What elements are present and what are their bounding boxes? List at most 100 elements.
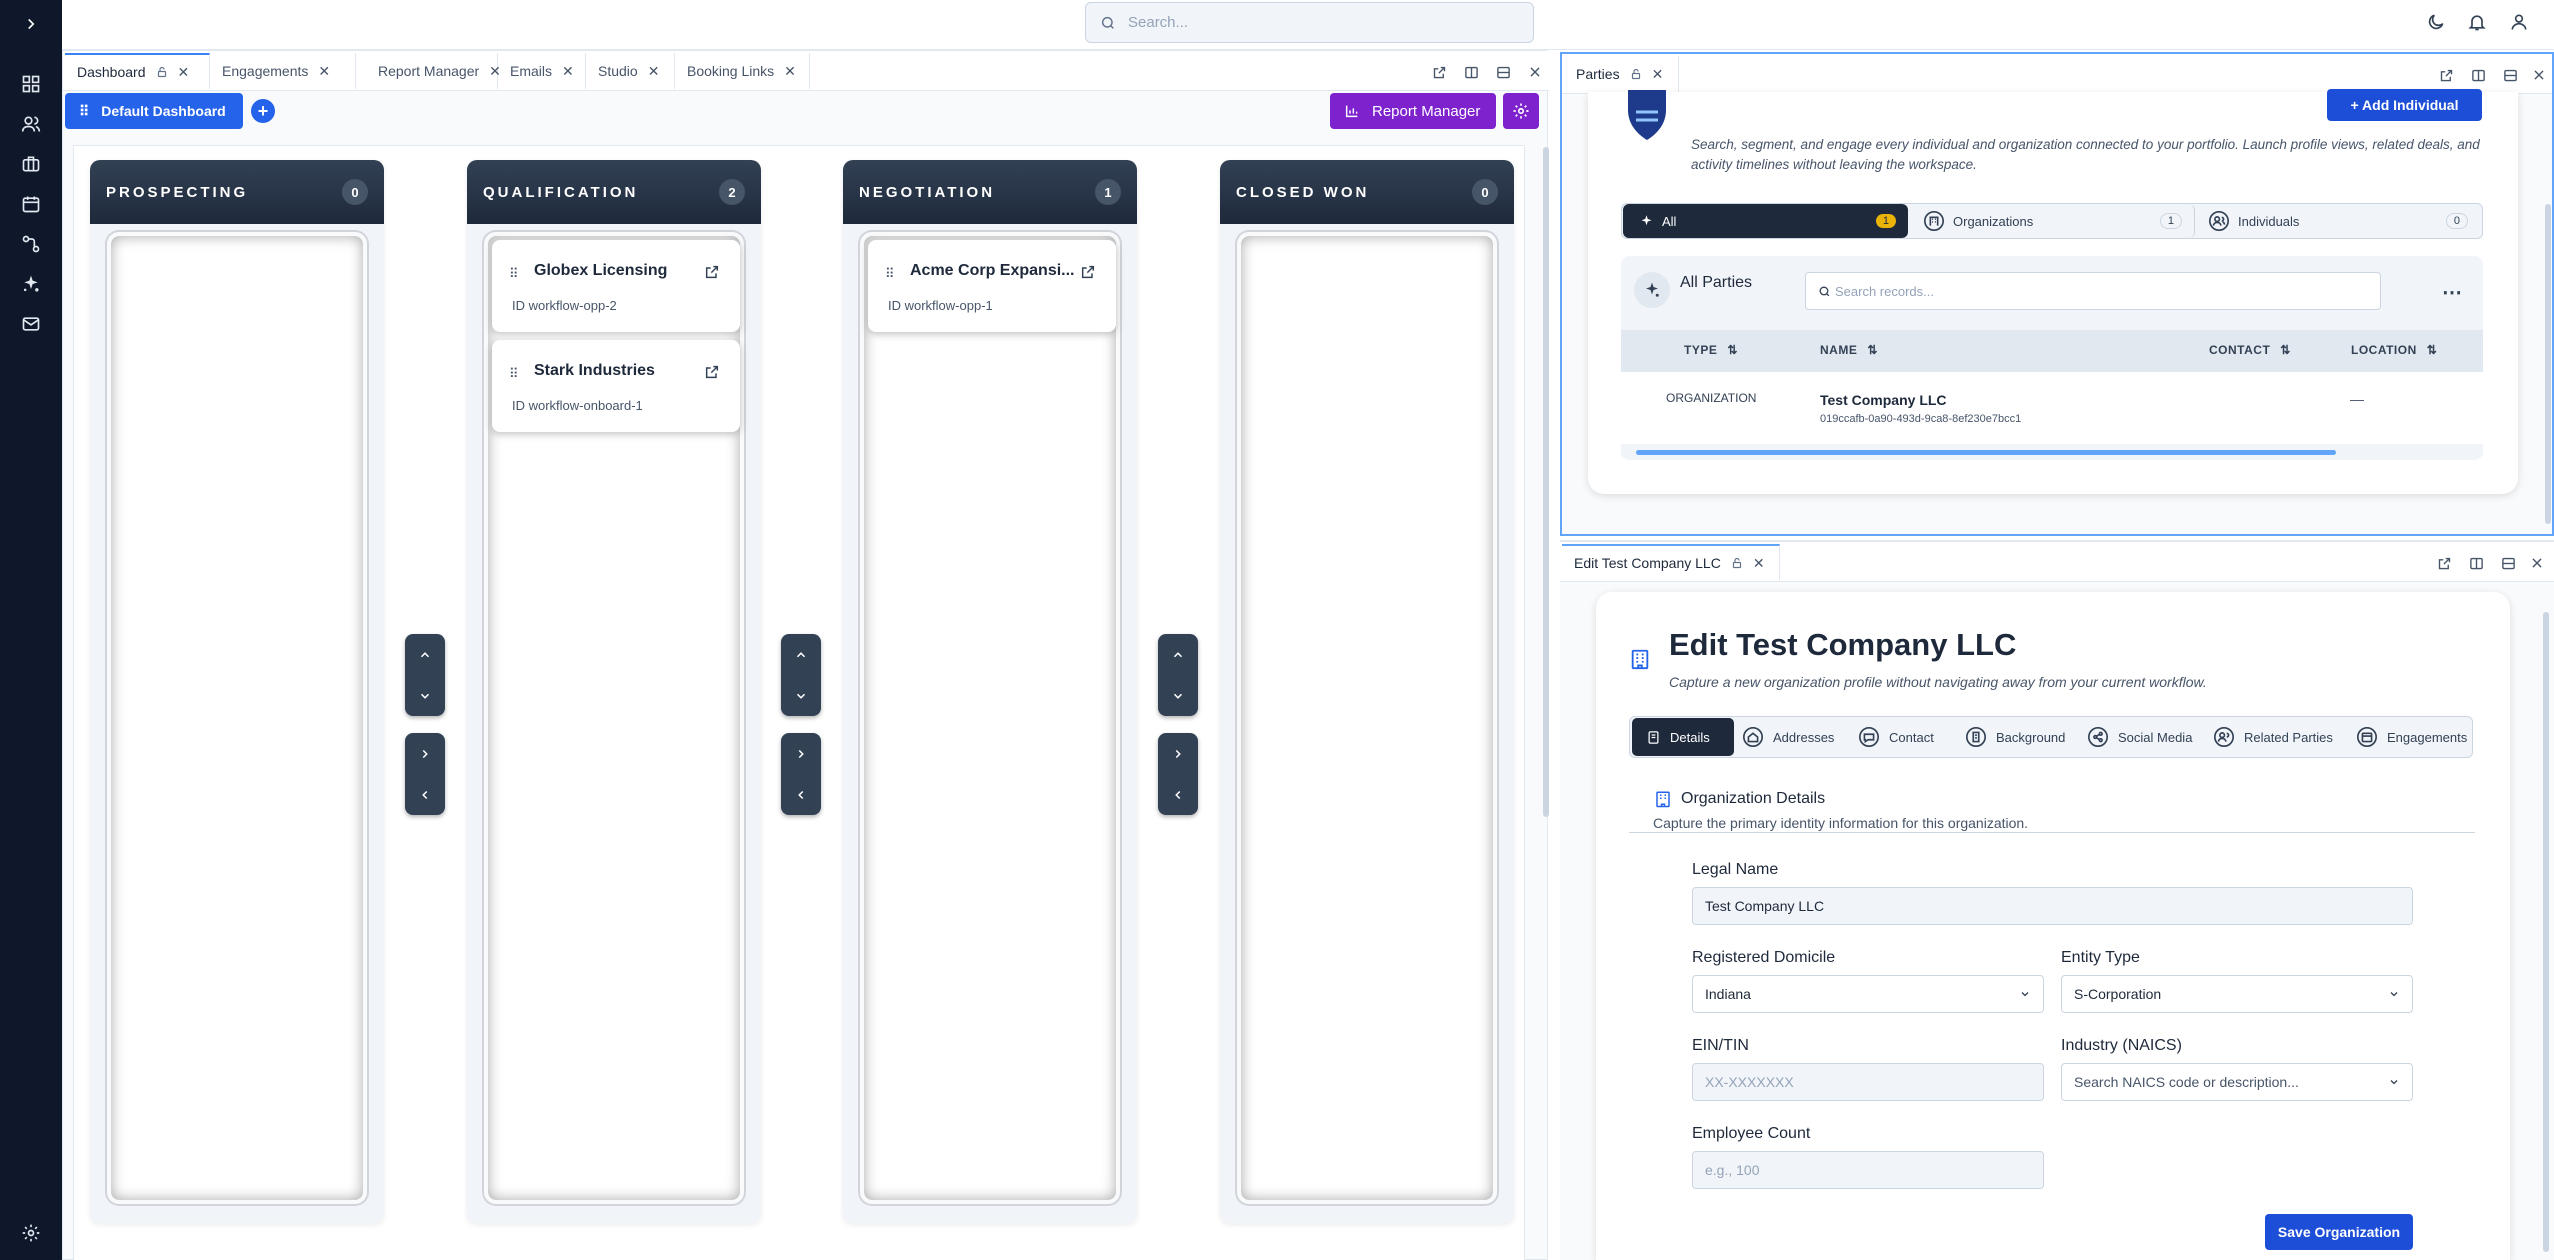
domicile-select[interactable]: Indiana [1692, 975, 2044, 1013]
legal-name-field[interactable]: Test Company LLC [1692, 887, 2413, 925]
cell-name[interactable]: Test Company LLC [1820, 392, 1947, 408]
form-tab-background[interactable]: Background [1965, 718, 2065, 756]
popout-icon[interactable] [2435, 64, 2457, 86]
ein-field[interactable]: XX-XXXXXXX [1692, 1063, 2044, 1101]
external-link-icon[interactable] [1080, 264, 1096, 280]
chevron-up-icon[interactable] [1158, 636, 1198, 674]
workflow-icon[interactable] [15, 228, 47, 260]
tab-edit-test-company[interactable]: Edit Test Company LLC ✕ [1562, 544, 1780, 580]
calendar-icon[interactable] [15, 188, 47, 220]
user-icon[interactable] [2509, 12, 2529, 32]
tab-studio[interactable]: Studio ✕ [586, 53, 675, 89]
briefcase-icon[interactable] [15, 148, 47, 180]
split-vertical-icon[interactable] [2467, 64, 2489, 86]
form-tab-engagements[interactable]: Engagements [2356, 718, 2467, 756]
close-icon[interactable]: ✕ [1652, 66, 1664, 83]
tab-booking-links[interactable]: Booking Links ✕ [675, 53, 810, 89]
dashboard-selector[interactable]: ⠿ Default Dashboard [65, 93, 243, 129]
sort-icon[interactable]: ⇅ [2427, 343, 2438, 357]
drop-zone[interactable]: ⠿ Acme Corp Expansi... ID workflow-opp-1 [860, 232, 1120, 1204]
chevron-right-icon[interactable] [1158, 735, 1198, 773]
column-header-location[interactable]: LOCATION ⇅ [2351, 343, 2437, 357]
users-icon[interactable] [15, 108, 47, 140]
split-vertical-icon[interactable] [2465, 552, 2487, 574]
settings-icon[interactable] [15, 1217, 47, 1249]
entity-type-select[interactable]: S-Corporation [2061, 975, 2413, 1013]
chevron-down-icon[interactable] [1158, 677, 1198, 715]
chevron-up-icon[interactable] [405, 636, 445, 674]
drop-zone[interactable]: ⠿ Globex Licensing ID workflow-opp-2 ⠿ S… [484, 232, 744, 1204]
split-horizontal-icon[interactable] [2497, 552, 2519, 574]
sort-icon[interactable]: ⇅ [1867, 343, 1878, 357]
drop-zone[interactable] [1237, 232, 1497, 1204]
external-link-icon[interactable] [704, 264, 720, 280]
sort-icon[interactable]: ⇅ [2280, 343, 2291, 357]
dashboard-settings-button[interactable] [1503, 93, 1539, 129]
close-icon[interactable]: ✕ [1753, 555, 1765, 572]
chevron-down-icon[interactable] [781, 677, 821, 715]
close-icon[interactable]: ✕ [648, 63, 660, 80]
tab-parties[interactable]: Parties ✕ [1564, 56, 1679, 92]
sort-icon[interactable]: ⇅ [1727, 343, 1738, 357]
table-row[interactable] [1621, 372, 2483, 444]
column-header-name[interactable]: NAME ⇅ [1820, 343, 1878, 357]
industry-select[interactable]: Search NAICS code or description... [2061, 1063, 2413, 1101]
form-tab-social-media[interactable]: Social Media [2087, 718, 2192, 756]
split-horizontal-icon[interactable] [1492, 61, 1514, 83]
save-organization-button[interactable]: Save Organization [2265, 1214, 2413, 1250]
filter-tab-all[interactable]: All 1 [1623, 204, 1908, 238]
chevron-up-icon[interactable] [781, 636, 821, 674]
scrollbar[interactable] [2545, 204, 2551, 524]
bell-icon[interactable] [2467, 12, 2487, 32]
form-tab-addresses[interactable]: Addresses [1742, 718, 1834, 756]
split-horizontal-icon[interactable] [2499, 64, 2521, 86]
split-vertical-icon[interactable] [1460, 61, 1482, 83]
form-tab-related-parties[interactable]: Related Parties [2213, 718, 2333, 756]
chevron-left-icon[interactable] [781, 776, 821, 814]
form-tab-details[interactable]: Details [1632, 718, 1734, 756]
close-pane-icon[interactable] [1524, 61, 1546, 83]
deal-card[interactable]: ⠿ Stark Industries ID workflow-onboard-1 [492, 340, 740, 432]
dashboard-icon[interactable] [15, 68, 47, 100]
report-manager-button[interactable]: Report Manager [1330, 93, 1496, 129]
close-pane-icon[interactable] [2526, 552, 2548, 574]
tab-dashboard[interactable]: Dashboard ✕ [65, 53, 210, 89]
add-dashboard-button[interactable]: + [251, 99, 275, 123]
scrollbar[interactable] [2543, 612, 2549, 1252]
close-icon[interactable]: ✕ [178, 64, 190, 81]
external-link-icon[interactable] [704, 364, 720, 380]
tab-emails[interactable]: Emails ✕ [498, 53, 586, 89]
drag-handle-icon[interactable]: ⠿ [509, 266, 519, 282]
chevron-right-icon[interactable] [781, 735, 821, 773]
column-header-type[interactable]: TYPE ⇅ [1684, 343, 1738, 357]
close-pane-icon[interactable] [2528, 64, 2550, 86]
global-search-input[interactable]: Search... [1085, 2, 1534, 43]
tab-report-manager[interactable]: Report Manager ✕ [356, 53, 501, 89]
drag-handle-icon[interactable]: ⠿ [885, 266, 895, 282]
more-options-icon[interactable]: ⋯ [2442, 280, 2462, 305]
filter-tab-organizations[interactable]: Organizations 1 [1915, 204, 2195, 238]
chevron-left-icon[interactable] [1158, 776, 1198, 814]
scrollbar-thumb[interactable] [1636, 450, 2336, 455]
add-individual-button[interactable]: + Add Individual [2327, 89, 2482, 121]
drop-zone[interactable] [107, 232, 367, 1204]
sparkle-icon[interactable] [15, 268, 47, 300]
tab-engagements[interactable]: Engagements ✕ [210, 53, 356, 89]
close-icon[interactable]: ✕ [784, 63, 796, 80]
chevron-down-icon[interactable] [405, 677, 445, 715]
lock-icon[interactable] [1731, 557, 1743, 569]
chevron-left-icon[interactable] [405, 776, 445, 814]
moon-icon[interactable] [2426, 12, 2446, 32]
close-icon[interactable]: ✕ [562, 63, 574, 80]
popout-icon[interactable] [2433, 552, 2455, 574]
mail-icon[interactable] [15, 308, 47, 340]
records-search-input[interactable]: Search records... [1805, 272, 2381, 310]
close-icon[interactable]: ✕ [318, 63, 330, 80]
column-header-contact[interactable]: CONTACT ⇅ [2209, 343, 2291, 357]
chevron-right-icon[interactable] [405, 735, 445, 773]
scrollbar[interactable] [1543, 147, 1549, 817]
popout-icon[interactable] [1428, 61, 1450, 83]
filter-tab-individuals[interactable]: Individuals 0 [2202, 204, 2480, 238]
form-tab-contact[interactable]: Contact [1858, 718, 1934, 756]
lock-icon[interactable] [156, 66, 168, 78]
